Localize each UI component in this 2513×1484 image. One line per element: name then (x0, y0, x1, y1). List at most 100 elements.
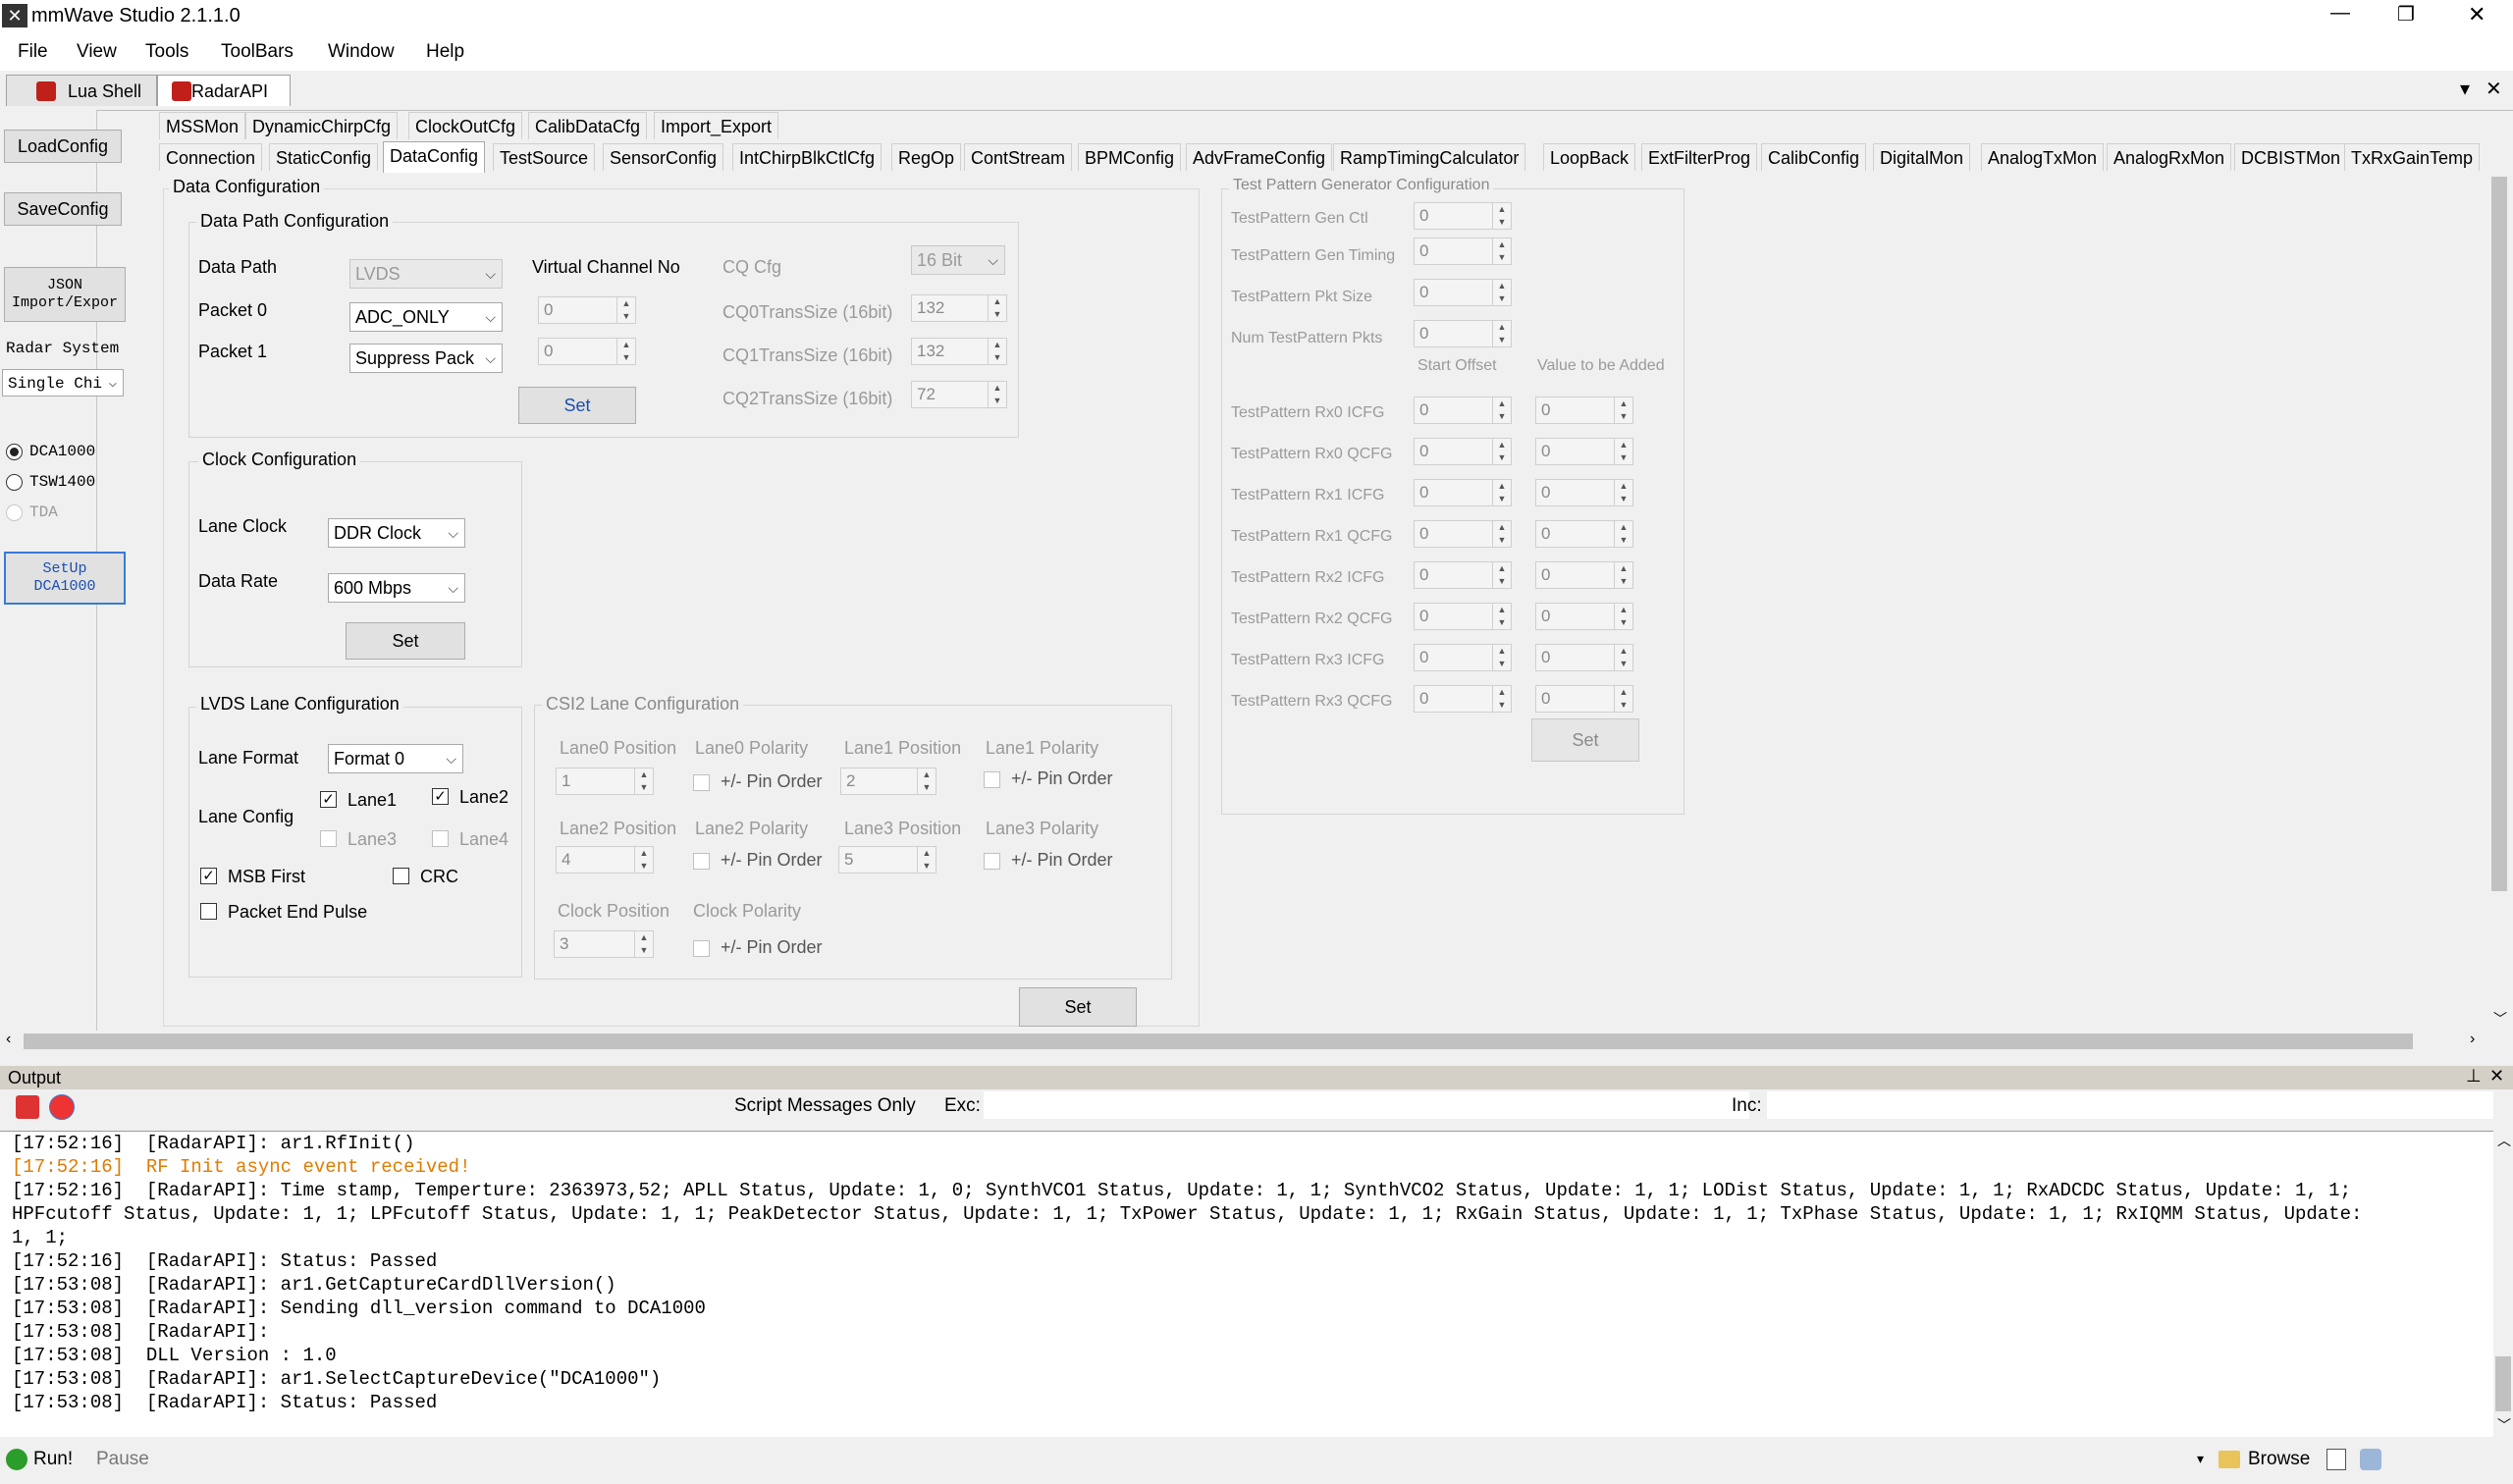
menu-toolbars[interactable]: ToolBars (221, 41, 294, 63)
scroll-left-icon[interactable]: ‹ (6, 1031, 11, 1048)
tabs-close-icon[interactable]: ✕ (2486, 77, 2502, 101)
h-scroll-thumb[interactable] (24, 1034, 2413, 1049)
log-scroll-up-icon[interactable]: ︿ (2497, 1131, 2511, 1150)
tab-import-export[interactable]: Import_Export (654, 112, 779, 139)
tab-txrxgaintemp[interactable]: TxRxGainTemp (2344, 143, 2481, 171)
scroll-down-icon[interactable]: ﹀ (2493, 1009, 2507, 1029)
run-icon[interactable] (6, 1449, 27, 1470)
tab-analogtxmon[interactable]: AnalogTxMon (1981, 143, 2105, 171)
menu-file[interactable]: File (18, 41, 48, 63)
run-label[interactable]: Run! (33, 1449, 73, 1470)
tab-dynamicchirpcfg[interactable]: DynamicChirpCfg (245, 112, 399, 139)
json-import-export-button[interactable]: JSON Import/Expor (4, 267, 126, 322)
tab-ramptimingcalculator[interactable]: RampTimingCalculator (1333, 143, 1526, 171)
menu-window[interactable]: Window (328, 41, 395, 63)
radio-dca1000-label[interactable]: DCA1000 (29, 443, 95, 460)
chevron-down-icon: ⌵ (988, 252, 998, 268)
exc-input[interactable] (984, 1091, 1749, 1119)
radio-tsw1400[interactable] (6, 474, 23, 491)
tab-extfilterprog[interactable]: ExtFilterProg (1641, 143, 1758, 171)
tab-intchirpblkctlcfg[interactable]: IntChirpBlkCtlCfg (732, 143, 882, 171)
stop-icon[interactable] (49, 1094, 75, 1120)
spinner-arrows-icon: ▲ ▼ (1614, 439, 1632, 464)
spinner-arrows-icon: ▲ ▼ (1614, 686, 1632, 712)
script-messages-only-label[interactable]: Script Messages Only (734, 1095, 916, 1117)
menu-view[interactable]: View (77, 41, 117, 63)
tab-sensorconfig[interactable]: SensorConfig (603, 143, 724, 171)
radar-system-select[interactable]: Single Chi ⌵ (2, 369, 124, 397)
browse-dropdown-icon[interactable]: ▾ (2197, 1451, 2204, 1467)
tab-loopback[interactable]: LoopBack (1543, 143, 1636, 171)
msb-first-checkbox[interactable]: ✓ (200, 868, 217, 884)
tp-row-value-added-value: 0 (1541, 565, 1551, 584)
tab-advframeconfig[interactable]: AdvFrameConfig (1186, 143, 1333, 171)
load-config-button[interactable]: LoadConfig (4, 130, 122, 163)
tp-row-start-offset-spinner: 0 ▲ ▼ (1414, 685, 1512, 713)
tab-lua-shell[interactable]: Lua Shell (6, 75, 157, 106)
cq-cfg-select: 16 Bit ⌵ (911, 245, 1005, 275)
minimize-button[interactable]: — (2330, 2, 2350, 25)
tab-digitalmon[interactable]: DigitalMon (1873, 143, 1971, 171)
crc-label[interactable]: CRC (420, 867, 458, 887)
tab-clockoutcfg[interactable]: ClockOutCfg (408, 112, 523, 139)
edit-script-icon[interactable] (2326, 1449, 2346, 1470)
scroll-thumb[interactable] (2491, 177, 2507, 891)
radio-tsw1400-label[interactable]: TSW1400 (29, 473, 95, 491)
inc-input[interactable] (1767, 1091, 2493, 1119)
lane2-label[interactable]: Lane2 (459, 787, 508, 808)
lane-config-set-button[interactable]: Set (1019, 987, 1137, 1027)
save-config-button[interactable]: SaveConfig (4, 192, 122, 226)
settings-icon[interactable] (2360, 1449, 2381, 1470)
lane2-checkbox[interactable]: ✓ (432, 788, 449, 805)
tab-testsource[interactable]: TestSource (493, 143, 596, 171)
setup-button-line1: SetUp (42, 560, 87, 577)
tab-contstream[interactable]: ContStream (964, 143, 1073, 171)
data-rate-select[interactable]: 600 Mbps ⌵ (328, 573, 465, 603)
data-path-set-button[interactable]: Set (518, 387, 636, 424)
clock-set-button[interactable]: Set (346, 622, 465, 660)
output-close-icon[interactable]: ✕ (2489, 1066, 2504, 1086)
msb-first-label[interactable]: MSB First (228, 867, 305, 887)
tab-dcbistmon[interactable]: DCBISTMon (2234, 143, 2348, 171)
log-vertical-scrollbar[interactable]: ︿ ﹀ (2493, 1131, 2513, 1437)
tab-calibconfig[interactable]: CalibConfig (1761, 143, 1867, 171)
log-line: [17:53:08] [RadarAPI]: (12, 1321, 270, 1343)
config-vertical-scrollbar[interactable]: ︿ ﹀ (2489, 177, 2509, 1031)
tab-bpmconfig[interactable]: BPMConfig (1078, 143, 1182, 171)
clear-output-icon[interactable] (16, 1095, 39, 1119)
packet0-select[interactable]: ADC_ONLY ⌵ (349, 302, 503, 332)
radio-dca1000[interactable] (6, 444, 23, 460)
lane1-label[interactable]: Lane1 (348, 790, 397, 811)
log-scroll-thumb[interactable] (2495, 1356, 2511, 1411)
tab-staticconfig[interactable]: StaticConfig (269, 143, 379, 171)
tab-analogrxmon[interactable]: AnalogRxMon (2107, 143, 2232, 171)
tab-radarapi[interactable]: RadarAPI (157, 75, 291, 106)
menu-tools[interactable]: Tools (145, 41, 188, 63)
tab-dataconfig[interactable]: DataConfig (383, 141, 486, 173)
close-window-button[interactable]: ✕ (2468, 2, 2486, 27)
tab-regop[interactable]: RegOp (891, 143, 962, 171)
restore-button[interactable]: ❐ (2397, 2, 2415, 26)
crc-checkbox[interactable] (393, 868, 409, 884)
menu-help[interactable]: Help (426, 41, 464, 63)
packet-end-pulse-label[interactable]: Packet End Pulse (228, 902, 367, 923)
output-log[interactable]: [17:52:16] [RadarAPI]: ar1.RfInit() [17:5… (0, 1131, 2493, 1438)
config-horizontal-scrollbar[interactable]: ‹ › (0, 1031, 2489, 1052)
lane1-checkbox[interactable]: ✓ (320, 791, 337, 808)
tab-calibdatacfg[interactable]: CalibDataCfg (528, 112, 648, 139)
browse-label[interactable]: Browse (2248, 1449, 2310, 1470)
tab-mssmon[interactable]: MSSMon (159, 112, 246, 139)
pkt-size-spinner: 0 ▲ ▼ (1414, 279, 1512, 306)
packet1-select[interactable]: Suppress Pack ⌵ (349, 344, 503, 373)
lane-format-select[interactable]: Format 0 ⌵ (328, 744, 463, 773)
lane-clock-select[interactable]: DDR Clock ⌵ (328, 518, 465, 548)
scroll-right-icon[interactable]: › (2470, 1031, 2475, 1048)
log-line: [17:52:16] [RadarAPI]: ar1.RfInit() (12, 1133, 415, 1154)
packet-end-pulse-checkbox[interactable] (200, 903, 217, 920)
tab-connection[interactable]: Connection (159, 143, 263, 171)
tabs-dropdown-icon[interactable]: ▾ (2460, 77, 2470, 101)
setup-dca1000-button[interactable]: SetUp DCA1000 (4, 552, 126, 605)
log-scroll-down-icon[interactable]: ﹀ (2497, 1415, 2511, 1435)
pin-icon[interactable]: ⊥ (2466, 1066, 2482, 1086)
pause-label[interactable]: Pause (96, 1449, 149, 1470)
